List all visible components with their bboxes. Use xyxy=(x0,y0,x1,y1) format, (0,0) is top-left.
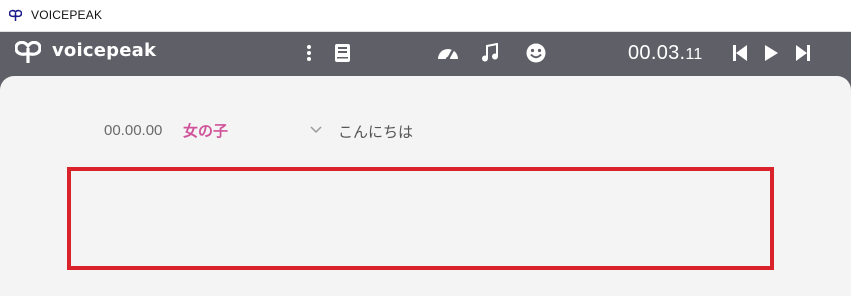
play-icon[interactable] xyxy=(765,45,778,61)
book-icon[interactable] xyxy=(334,43,351,63)
window-title: VOICEPEAK xyxy=(31,8,103,22)
voicepeak-logo-icon xyxy=(15,41,41,63)
highlight-annotation-box xyxy=(67,167,774,270)
timecode-frames: 11 xyxy=(685,46,703,63)
emotion-face-icon[interactable] xyxy=(526,43,546,63)
music-note-icon[interactable] xyxy=(481,43,499,63)
more-vert-icon[interactable] xyxy=(305,44,313,62)
row-text-input[interactable]: こんにちは xyxy=(338,121,413,142)
skip-forward-icon[interactable] xyxy=(796,45,810,61)
speed-gauge-icon[interactable] xyxy=(437,44,459,62)
panel-corner-right xyxy=(823,76,851,104)
panel-corner-left xyxy=(0,76,28,104)
playback-timecode: 00.03.11 xyxy=(628,42,703,65)
voicepeak-logo-icon xyxy=(9,9,22,21)
window-titlebar: VOICEPEAK xyxy=(0,0,851,32)
timecode-main: 00.03. xyxy=(628,42,686,64)
app-logo-text: voicepeak xyxy=(52,40,157,61)
voice-select[interactable]: 女の子 xyxy=(183,120,228,141)
chevron-down-icon[interactable] xyxy=(310,126,322,134)
row-start-time: 00.00.00 xyxy=(104,122,163,139)
app-toolbar: voicepeak 00.03.11 xyxy=(0,32,851,76)
skip-back-icon[interactable] xyxy=(733,45,747,61)
